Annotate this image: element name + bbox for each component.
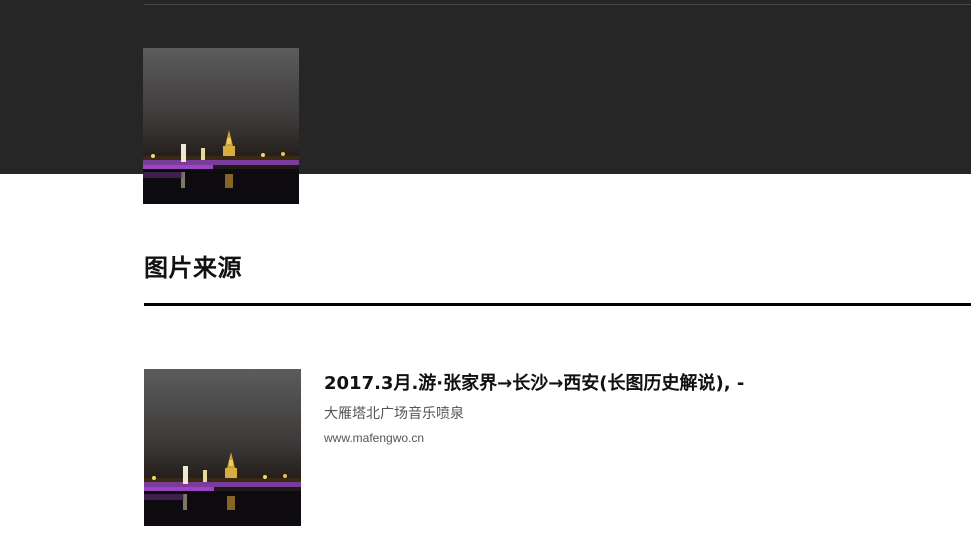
image-detail-page: 图片来源 2017.3月.游·张家界→长沙→西安(长图历史解说), - 大雁塔北…	[0, 0, 971, 554]
night-pagoda-photo	[143, 48, 299, 204]
source-title-link[interactable]: 2017.3月.游·张家界→长沙→西安(长图历史解说), -	[324, 369, 744, 395]
source-url-link[interactable]: www.mafengwo.cn	[324, 431, 424, 445]
source-description: 大雁塔北广场音乐喷泉	[324, 406, 464, 422]
image-source-heading: 图片来源	[144, 254, 242, 282]
section-divider	[144, 303, 971, 306]
source-thumbnail[interactable]	[144, 369, 301, 526]
preview-image[interactable]	[143, 48, 299, 204]
header-divider	[144, 4, 971, 5]
night-pagoda-photo	[144, 369, 301, 526]
source-result-card[interactable]: 2017.3月.游·张家界→长沙→西安(长图历史解说), - 大雁塔北广场音乐喷…	[144, 369, 971, 529]
